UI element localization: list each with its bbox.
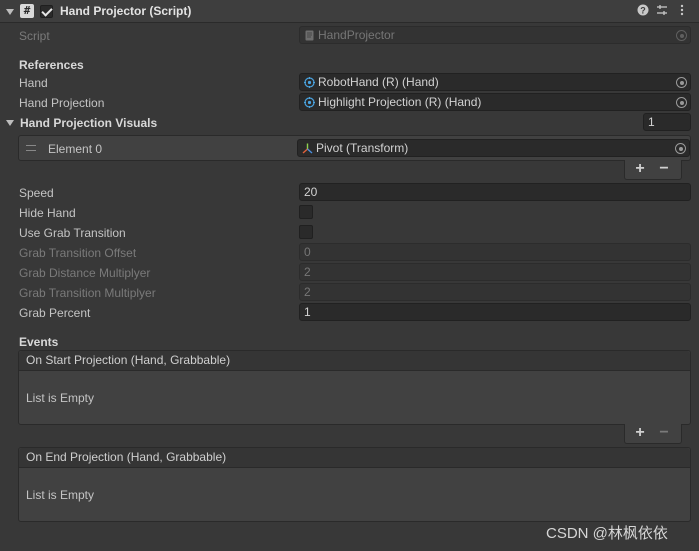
hand-component-icon — [304, 77, 315, 88]
hand-component-icon — [304, 97, 315, 108]
on-start-empty-text: List is Empty — [26, 391, 95, 405]
grab-percent-label: Grab Percent — [19, 306, 91, 320]
hand-label: Hand — [19, 76, 48, 90]
on-end-empty-text: List is Empty — [26, 488, 95, 502]
element-0-field[interactable]: Pivot (Transform) — [297, 139, 690, 157]
speed-field[interactable]: 20 — [299, 183, 691, 201]
hand-field[interactable]: RobotHand (R) (Hand) — [299, 73, 691, 91]
watermark-text: CSDN @林枫依依 — [546, 525, 668, 542]
svg-text:?: ? — [640, 5, 646, 15]
grab-transition-multiplyer-field: 2 — [299, 283, 691, 301]
visuals-size-field[interactable]: 1 — [643, 113, 691, 131]
events-header: Events — [19, 335, 59, 349]
transform-axes-icon — [302, 143, 313, 154]
foldout-arrow-icon[interactable] — [6, 9, 14, 15]
grab-transition-offset-field: 0 — [299, 243, 691, 261]
references-header: References — [19, 58, 84, 72]
visuals-list-footer: + − — [624, 160, 682, 180]
object-picker-icon[interactable] — [676, 97, 687, 108]
on-start-projection-title: On Start Projection (Hand, Grabbable) — [19, 351, 690, 371]
object-picker-icon[interactable] — [675, 143, 686, 154]
script-field-value: HandProjector — [318, 28, 395, 42]
object-picker-icon[interactable] — [676, 77, 687, 88]
hide-hand-label: Hide Hand — [19, 206, 76, 220]
on-start-projection-event: On Start Projection (Hand, Grabbable) Li… — [18, 350, 691, 425]
grab-distance-multiplyer-field: 2 — [299, 263, 691, 281]
element-0-value: Pivot (Transform) — [316, 141, 409, 155]
component-title: Hand Projector (Script) — [60, 4, 192, 18]
visuals-list: Element 0 Pivot (Transform) — [18, 135, 691, 161]
object-picker-icon — [676, 30, 687, 41]
on-start-remove-button[interactable]: − — [652, 424, 676, 442]
hand-projection-field-value: Highlight Projection (R) (Hand) — [318, 95, 482, 109]
list-element-label: Element 0 — [48, 142, 103, 156]
use-grab-transition-label: Use Grab Transition — [19, 226, 126, 240]
script-hash-icon: # — [20, 4, 34, 18]
remove-element-button[interactable]: − — [652, 160, 676, 178]
hand-projection-field[interactable]: Highlight Projection (R) (Hand) — [299, 93, 691, 111]
speed-label: Speed — [19, 186, 54, 200]
hand-field-value: RobotHand (R) (Hand) — [318, 75, 439, 89]
grab-percent-field[interactable]: 1 — [299, 303, 691, 321]
add-element-button[interactable]: + — [628, 160, 652, 178]
kebab-menu-icon[interactable] — [675, 4, 689, 19]
on-end-projection-event: On End Projection (Hand, Grabbable) List… — [18, 447, 691, 522]
use-grab-transition-checkbox[interactable] — [299, 225, 313, 239]
component-header: # Hand Projector (Script) ? — [0, 0, 699, 23]
preset-sliders-icon[interactable] — [655, 4, 669, 19]
grab-transition-offset-label: Grab Transition Offset — [19, 246, 137, 260]
visuals-foldout-header[interactable]: Hand Projection Visuals — [20, 115, 157, 131]
help-icon[interactable]: ? — [636, 4, 650, 19]
on-end-projection-title: On End Projection (Hand, Grabbable) — [19, 448, 690, 468]
script-label: Script — [19, 29, 50, 43]
script-file-icon — [305, 30, 314, 41]
component-enabled-checkbox[interactable] — [40, 5, 53, 18]
on-start-add-button[interactable]: + — [628, 424, 652, 442]
hide-hand-checkbox[interactable] — [299, 205, 313, 219]
on-start-footer: + − — [624, 424, 682, 444]
visuals-foldout-arrow-icon[interactable] — [6, 120, 14, 126]
grab-transition-multiplyer-label: Grab Transition Multiplyer — [19, 286, 156, 300]
drag-handle-icon[interactable] — [26, 145, 36, 151]
script-field: HandProjector — [299, 26, 691, 44]
grab-distance-multiplyer-label: Grab Distance Multiplyer — [19, 266, 151, 280]
hand-projection-label: Hand Projection — [19, 96, 105, 110]
